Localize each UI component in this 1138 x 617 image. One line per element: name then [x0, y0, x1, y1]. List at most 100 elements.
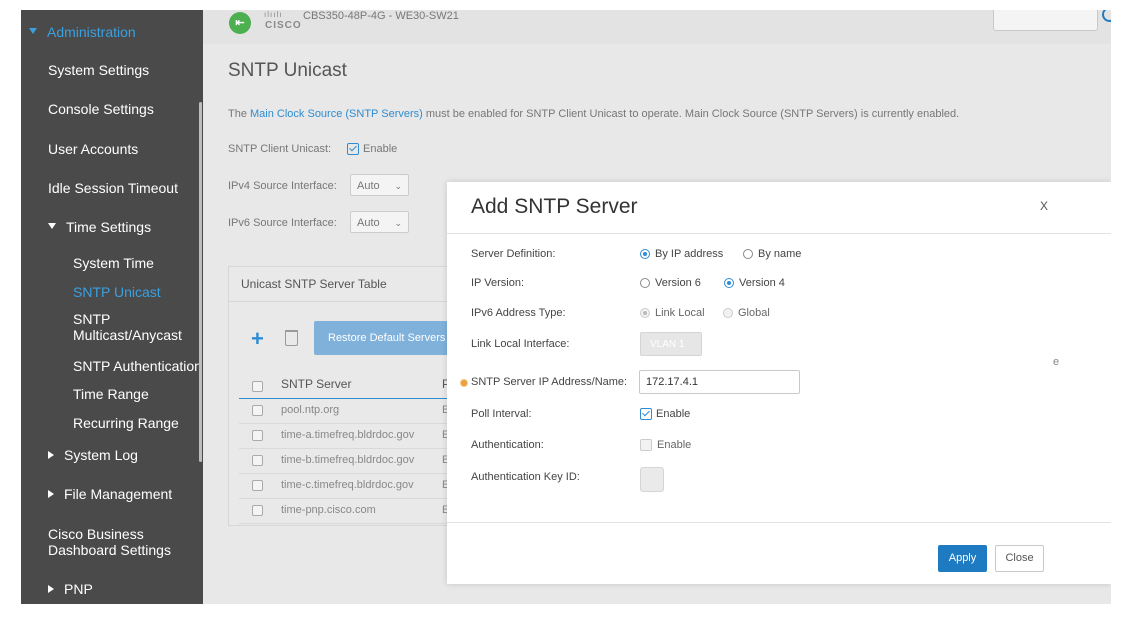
collapse-menu-icon[interactable]: ⇤ — [229, 12, 251, 34]
divider — [447, 522, 1111, 523]
app-window: Administration System Settings Console S… — [21, 10, 1111, 604]
cell-server: time-b.timefreq.bldrdoc.gov — [281, 454, 415, 466]
global-radio[interactable]: Global — [723, 307, 770, 319]
sidebar-nav: Administration System Settings Console S… — [21, 10, 203, 604]
column-header-cutoff: e — [1053, 356, 1060, 368]
by-name-radio[interactable]: By name — [743, 248, 801, 260]
sidebar-item-label: System Log — [64, 447, 138, 463]
select-value: Auto — [357, 180, 380, 192]
radio-disabled-icon — [723, 308, 733, 319]
ipv4-source-interface-select[interactable]: Auto ⌄ — [350, 174, 409, 196]
notice-suffix: must be enabled for SNTP Client Unicast … — [422, 108, 960, 120]
checkbox-label: Enable — [363, 143, 398, 155]
delete-icon[interactable] — [285, 330, 298, 346]
sntp-client-unicast-label: SNTP Client Unicast: — [228, 143, 332, 155]
sidebar-item-label: Time Settings — [66, 219, 152, 235]
restore-default-servers-button[interactable]: Restore Default Servers — [314, 321, 464, 355]
radio-selected-icon — [724, 278, 734, 289]
ipv6-source-interface-select[interactable]: Auto ⌄ — [350, 211, 409, 233]
poll-interval-checkbox[interactable]: Enable — [640, 408, 691, 421]
ip-version-label: IP Version: — [471, 277, 524, 289]
sidebar-item-administration[interactable]: Administration — [21, 24, 211, 40]
required-field-icon — [460, 379, 468, 387]
by-ip-address-radio[interactable]: By IP address — [640, 248, 723, 260]
cell-server: time-pnp.cisco.com — [281, 504, 376, 516]
divider — [447, 233, 1111, 234]
link-local-interface-select[interactable]: VLAN 1 — [640, 332, 702, 356]
link-local-interface-label: Link Local Interface: — [471, 338, 570, 350]
sidebar-item-label: Administration — [47, 24, 136, 40]
row-checkbox[interactable] — [252, 505, 263, 516]
cell-server: time-a.timefreq.bldrdoc.gov — [281, 429, 415, 441]
caret-right-icon — [48, 490, 54, 499]
apply-button[interactable]: Apply — [938, 545, 987, 572]
ipv6-source-interface-label: IPv6 Source Interface: — [228, 217, 337, 229]
version-4-radio[interactable]: Version 4 — [724, 277, 785, 289]
row-checkbox[interactable] — [252, 480, 263, 491]
panel-title: Unicast SNTP Server Table — [241, 277, 387, 291]
caret-down-icon — [29, 28, 37, 35]
radio-label: Link Local — [655, 307, 705, 319]
row-checkbox[interactable] — [252, 405, 263, 416]
add-icon[interactable]: + — [251, 328, 264, 350]
auth-key-id-label: Authentication Key ID: — [471, 471, 580, 483]
chevron-down-icon: ⌄ — [394, 181, 402, 191]
column-header-sntp-server[interactable]: SNTP Server — [281, 377, 351, 391]
cisco-logo-text: CISCO — [265, 20, 302, 31]
sidebar-item-label: File Management — [64, 486, 173, 502]
version-6-radio[interactable]: Version 6 — [640, 277, 701, 289]
search-icon[interactable] — [1102, 10, 1111, 22]
auth-key-id-select[interactable] — [640, 467, 664, 492]
sidebar-scrollbar[interactable] — [199, 102, 202, 462]
chevron-down-icon: ⌄ — [394, 218, 402, 228]
notice-prefix: The — [228, 108, 251, 120]
select-value: Auto — [357, 217, 380, 229]
page-title: SNTP Unicast — [228, 60, 347, 81]
main-clock-source-link[interactable]: Main Clock Source (SNTP Servers) — [250, 108, 423, 120]
checkbox-checked-icon — [640, 408, 652, 421]
add-sntp-server-dialog: Add SNTP Server X Server Definition: By … — [447, 182, 1111, 584]
cell-server: pool.ntp.org — [281, 404, 340, 416]
sntp-server-ip-input[interactable]: 172.17.4.1 — [639, 370, 800, 394]
radio-unselected-icon — [743, 249, 753, 260]
ipv6-address-type-label: IPv6 Address Type: — [471, 307, 566, 319]
caret-right-icon — [48, 451, 54, 460]
select-all-checkbox[interactable] — [252, 381, 263, 392]
device-name: CBS350-48P-4G - WE30-SW21 — [303, 10, 459, 22]
poll-interval-label: Poll Interval: — [471, 408, 532, 420]
radio-label: By name — [758, 248, 802, 260]
sidebar-item-pnp[interactable]: PNP — [21, 581, 230, 597]
radio-label: Version 6 — [655, 277, 701, 289]
dialog-title: Add SNTP Server — [471, 195, 638, 218]
radio-label: Global — [738, 307, 770, 319]
close-icon[interactable]: X — [1040, 199, 1048, 213]
radio-selected-icon — [640, 249, 650, 260]
sidebar-item-file-management[interactable]: File Management — [21, 486, 230, 502]
cisco-logo: ılıılı — [264, 10, 283, 19]
checkbox-disabled-icon — [640, 439, 652, 452]
notice-text: The Main Clock Source (SNTP Servers) mus… — [228, 108, 959, 120]
cell-server: time-c.timefreq.bldrdoc.gov — [281, 479, 414, 491]
authentication-checkbox[interactable]: Enable — [640, 439, 692, 452]
ipv4-source-interface-label: IPv4 Source Interface: — [228, 180, 337, 192]
sidebar-item-system-settings[interactable]: System Settings — [21, 62, 230, 78]
radio-unselected-icon — [640, 278, 650, 289]
checkbox-checked-icon — [347, 143, 359, 156]
caret-right-icon — [48, 585, 54, 594]
top-header: ⇤ ılıılı CISCO CBS350-48P-4G - WE30-SW21 — [203, 10, 1111, 44]
sidebar-item-label: PNP — [64, 581, 93, 597]
sidebar-item-cbd-settings[interactable]: Cisco Business Dashboard Settings — [21, 526, 230, 558]
link-local-radio[interactable]: Link Local — [640, 307, 705, 319]
row-checkbox[interactable] — [252, 430, 263, 441]
server-definition-label: Server Definition: — [471, 248, 556, 260]
radio-label: By IP address — [655, 248, 724, 260]
checkbox-label: Enable — [656, 408, 691, 420]
radio-label: Version 4 — [739, 277, 785, 289]
row-checkbox[interactable] — [252, 455, 263, 466]
sntp-server-ip-label: SNTP Server IP Address/Name: — [471, 376, 628, 388]
caret-down-icon — [48, 223, 56, 230]
sntp-client-unicast-checkbox[interactable]: Enable — [347, 143, 398, 156]
checkbox-label: Enable — [657, 439, 692, 451]
search-input[interactable] — [993, 10, 1098, 31]
close-button[interactable]: Close — [995, 545, 1044, 572]
